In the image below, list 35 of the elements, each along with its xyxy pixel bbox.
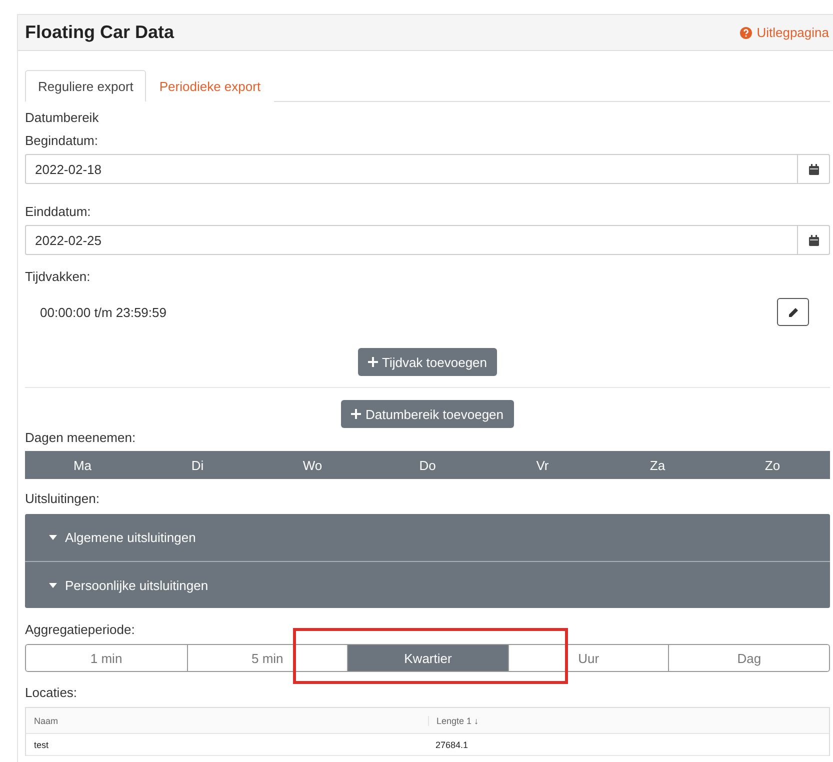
date-field[interactable]: 2022-02-25 — [25, 225, 798, 255]
calendar-icon — [808, 234, 818, 246]
date-field[interactable]: 2022-02-18 — [25, 154, 798, 184]
period-option[interactable]: Kwartier — [347, 645, 508, 671]
field-label: Tijdvakken: — [25, 269, 92, 284]
page-title: Floating Car Data — [25, 22, 174, 43]
help-icon — [740, 26, 752, 38]
field-label: Uitsluitingen: — [25, 491, 100, 506]
accordion-header[interactable]: Algemene uitsluitingen — [25, 514, 830, 561]
accordion-header[interactable]: Persoonlijke uitsluitingen — [25, 561, 830, 608]
calendar-button[interactable] — [798, 154, 830, 184]
add-time-slot-button[interactable]: Tijdvak toevoegen — [358, 348, 498, 376]
plus-icon — [351, 409, 362, 419]
field-label: Aggregatieperiode: — [25, 622, 136, 637]
caret-icon — [49, 582, 57, 588]
add-date-range-button[interactable]: Datumbereik toevoegen — [341, 400, 514, 428]
field-label: Locaties: — [25, 685, 78, 700]
tab[interactable]: Reguliere export — [25, 70, 146, 102]
table-cell-text: 27684.1 — [434, 740, 470, 750]
help-link[interactable]: Uitlegpagina — [740, 25, 829, 40]
section-label: Datumbereik — [25, 110, 100, 125]
field-label: Einddatum: — [25, 204, 92, 219]
caret-icon — [49, 535, 57, 540]
column-header[interactable]: Naam — [26, 716, 428, 726]
field-label: Begindatum: — [25, 133, 99, 148]
edit-button[interactable] — [777, 298, 809, 326]
period-option[interactable]: Dag — [668, 645, 829, 671]
plus-icon — [368, 357, 378, 367]
table-cell-text: test — [33, 740, 50, 750]
pencil-icon — [788, 306, 798, 318]
calendar-button[interactable] — [798, 225, 830, 255]
column-header[interactable]: Lengte 1 ↓ — [428, 716, 829, 726]
time-slot: 00:00:00 t/m 23:59:59 — [40, 304, 166, 320]
field-label: Dagen meenemen: — [25, 430, 137, 445]
calendar-icon — [808, 164, 818, 174]
